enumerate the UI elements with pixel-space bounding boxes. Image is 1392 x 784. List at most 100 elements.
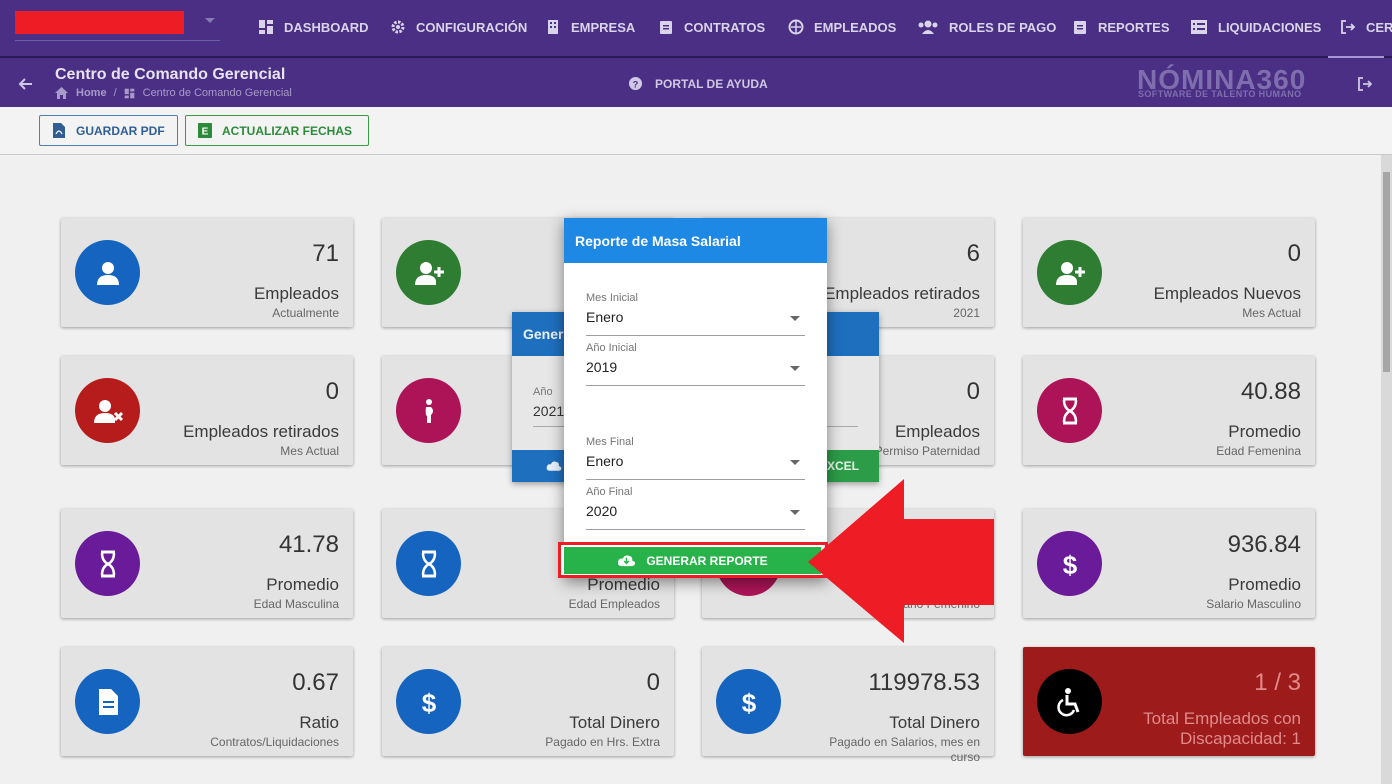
help-portal-label: PORTAL DE AYUDA: [655, 76, 768, 91]
nav-item-label: DASHBOARD: [284, 19, 369, 35]
stat-value: 119978.53: [868, 669, 980, 696]
brand-tagline: SOFTWARE DE TALENTO HUMANO: [1138, 89, 1302, 99]
save-pdf-label: GUARDAR PDF: [76, 123, 165, 138]
stat-icon-circle: [396, 378, 461, 443]
mes-inicial-select[interactable]: Mes Inicial Enero: [586, 292, 805, 336]
user-plus-icon: [414, 261, 444, 285]
stat-value: 0: [325, 378, 339, 405]
breadcrumb-current: Centro de Comando Gerencial: [142, 87, 292, 99]
svg-text:$: $: [741, 688, 756, 718]
breadcrumb-home[interactable]: Home: [76, 87, 107, 99]
nav-item-empleados[interactable]: EMPLEADOS: [788, 17, 896, 37]
building-icon: [548, 20, 558, 34]
anio-inicial-select[interactable]: Año Inicial 2019: [586, 342, 805, 386]
nav-item-liquidaciones[interactable]: LIQUIDACIONES: [1190, 17, 1321, 37]
stat-sublabel: Salario Masculino: [1206, 597, 1301, 611]
stat-label: Total Empleados con Discapacidad: 1: [1143, 709, 1301, 748]
update-dates-label: ACTUALIZAR FECHAS: [222, 123, 352, 138]
stat-card: $119978.53 Total Dinero Pagado en Salarios…: [702, 647, 994, 764]
stat-card: $936.84 Promedio Salario Masculino: [1023, 509, 1315, 618]
clipboard-list-icon: [1074, 21, 1086, 34]
company-selector-underline: [15, 40, 220, 41]
stat-icon-circle: [1037, 240, 1102, 305]
gear-icon: [391, 20, 405, 34]
dollar-icon: $: [1062, 550, 1077, 580]
annotation-arrow-icon: [808, 479, 994, 643]
hourglass-icon: [421, 550, 436, 577]
stat-label: Promedio: [587, 575, 660, 594]
stat-icon-circle: [75, 531, 140, 596]
generate-report-button[interactable]: GENERAR REPORTE: [564, 547, 821, 574]
stat-label: Total Dinero: [889, 713, 980, 732]
stat-icon-circle: [75, 240, 140, 305]
stat-sublabel: Edad Femenina: [1216, 444, 1301, 458]
stat-value: 40.88: [1240, 378, 1301, 405]
nav-item-label: CONTRATOS: [684, 19, 766, 35]
stat-sublabel: Mes Actual: [280, 444, 339, 458]
cloud-download-icon: [546, 461, 562, 471]
stat-card: 0 Empleados Nuevos Mes Actual: [1023, 218, 1315, 327]
anio-inicial-value: 2019: [586, 359, 618, 375]
nav-item-dashboard[interactable]: DASHBOARD: [258, 17, 369, 37]
user-plus-icon: [1055, 261, 1085, 285]
stat-label: Empleados retirados: [824, 284, 980, 303]
stat-sublabel: Pagado en Hrs. Extra: [545, 735, 660, 749]
svg-text:$: $: [1062, 550, 1077, 580]
nav-item-label: EMPRESA: [571, 19, 636, 35]
stat-value: 0: [1287, 240, 1301, 267]
page-title: Centro de Comando Gerencial: [55, 66, 286, 83]
stat-card: 40.88 Promedio Edad Femenina: [1023, 356, 1315, 465]
stat-icon-circle: [1037, 669, 1102, 734]
stat-label: Promedio: [1228, 422, 1301, 441]
page-header: Centro de Comando Gerencial Home / Centr…: [0, 58, 1392, 107]
hourglass-icon: [1062, 397, 1077, 424]
chevron-down-icon[interactable]: [205, 18, 215, 23]
stat-sublabel: Pagado en Salarios, mes en curso: [829, 735, 980, 764]
stat-icon-circle: $: [716, 669, 781, 734]
action-toolbar: GUARDAR PDF E ACTUALIZAR FECHAS: [0, 107, 1392, 155]
mes-final-label: Mes Final: [586, 436, 634, 448]
dollar-icon: $: [421, 688, 436, 718]
stat-sublabel: Mes Actual: [1242, 306, 1301, 320]
help-portal-link[interactable]: ? PORTAL DE AYUDA: [628, 76, 768, 91]
stat-card: 0.67 Ratio Contratos/Liquidaciones: [61, 647, 353, 756]
nav-item-configuracion[interactable]: CONFIGURACIÓN: [390, 17, 527, 37]
stat-label: Empleados Nuevos: [1153, 284, 1301, 303]
chevron-down-icon: [790, 316, 800, 321]
download-button[interactable]: [512, 450, 564, 482]
nav-item-label: CER: [1366, 19, 1392, 35]
nav-item-label: EMPLEADOS: [814, 19, 897, 35]
logout-icon: [1341, 20, 1356, 34]
back-arrow-icon[interactable]: [18, 76, 34, 92]
year-field-value[interactable]: 2021: [533, 403, 564, 419]
scrollbar-thumb[interactable]: [1383, 172, 1390, 372]
nav-item-reportes[interactable]: REPORTES: [1072, 17, 1170, 37]
stat-sublabel: Contratos/Liquidaciones: [210, 735, 339, 749]
stat-label: Total Dinero: [569, 713, 660, 732]
stat-sublabel: Edad Empleados: [568, 597, 660, 611]
update-dates-button[interactable]: E ACTUALIZAR FECHAS: [185, 115, 369, 146]
chevron-down-icon: [790, 510, 800, 515]
save-pdf-button[interactable]: GUARDAR PDF: [39, 115, 178, 146]
company-selector[interactable]: [15, 11, 184, 34]
mes-inicial-value: Enero: [586, 309, 624, 325]
dashboard-icon: [124, 88, 134, 98]
pdf-icon: [53, 123, 65, 138]
nav-item-contratos[interactable]: CONTRATOS: [658, 17, 765, 37]
help-icon: ?: [628, 76, 643, 91]
stat-icon-circle: [75, 378, 140, 443]
stat-icon-circle: [396, 240, 461, 305]
logout-icon[interactable]: [1356, 76, 1374, 92]
mes-final-value: Enero: [586, 453, 624, 469]
stat-card: 41.78 Promedio Edad Masculina: [61, 509, 353, 618]
breadcrumb-separator: /: [113, 87, 117, 99]
mes-final-select[interactable]: Mes Final Enero: [586, 436, 805, 480]
stat-card: $0 Total Dinero Pagado en Hrs. Extra: [382, 647, 674, 756]
anio-final-select[interactable]: Año Final 2020: [586, 486, 805, 530]
excel-icon: E: [198, 123, 212, 138]
nav-item-cerrar[interactable]: CER: [1340, 17, 1392, 37]
users-icon: [918, 20, 938, 34]
year-field-label: Año: [533, 386, 553, 398]
nav-item-roles-de-pago[interactable]: ROLES DE PAGO: [917, 17, 1056, 37]
nav-item-empresa[interactable]: EMPRESA: [545, 17, 635, 37]
